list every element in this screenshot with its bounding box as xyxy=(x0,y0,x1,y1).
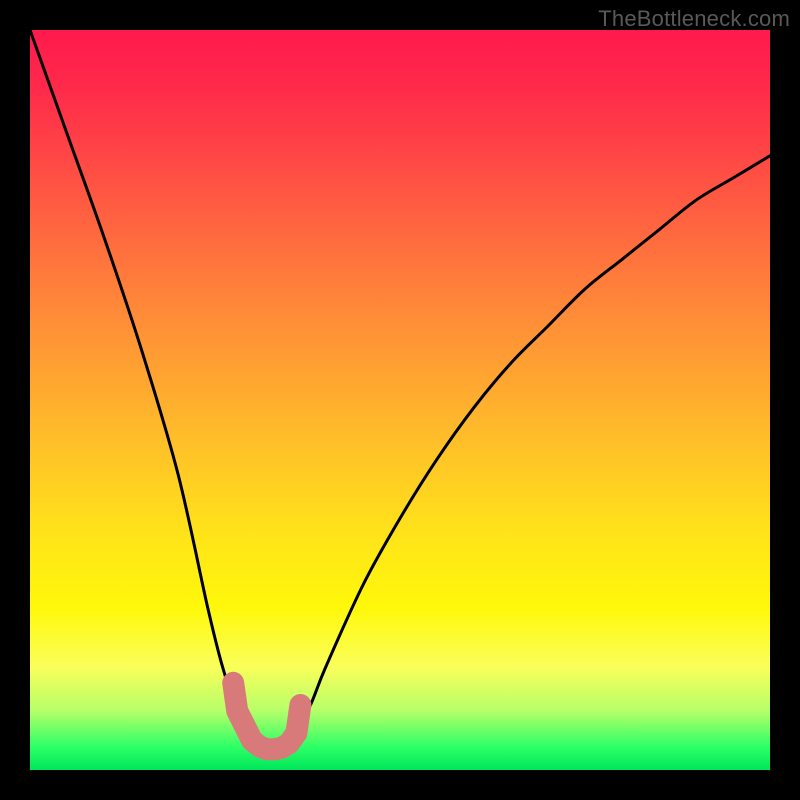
bottleneck-curve xyxy=(30,30,770,770)
plot-area xyxy=(30,30,770,770)
curve-line xyxy=(30,30,770,750)
chart-frame: TheBottleneck.com xyxy=(0,0,800,800)
attribution-text: TheBottleneck.com xyxy=(598,6,790,32)
flat-marker xyxy=(233,683,300,749)
